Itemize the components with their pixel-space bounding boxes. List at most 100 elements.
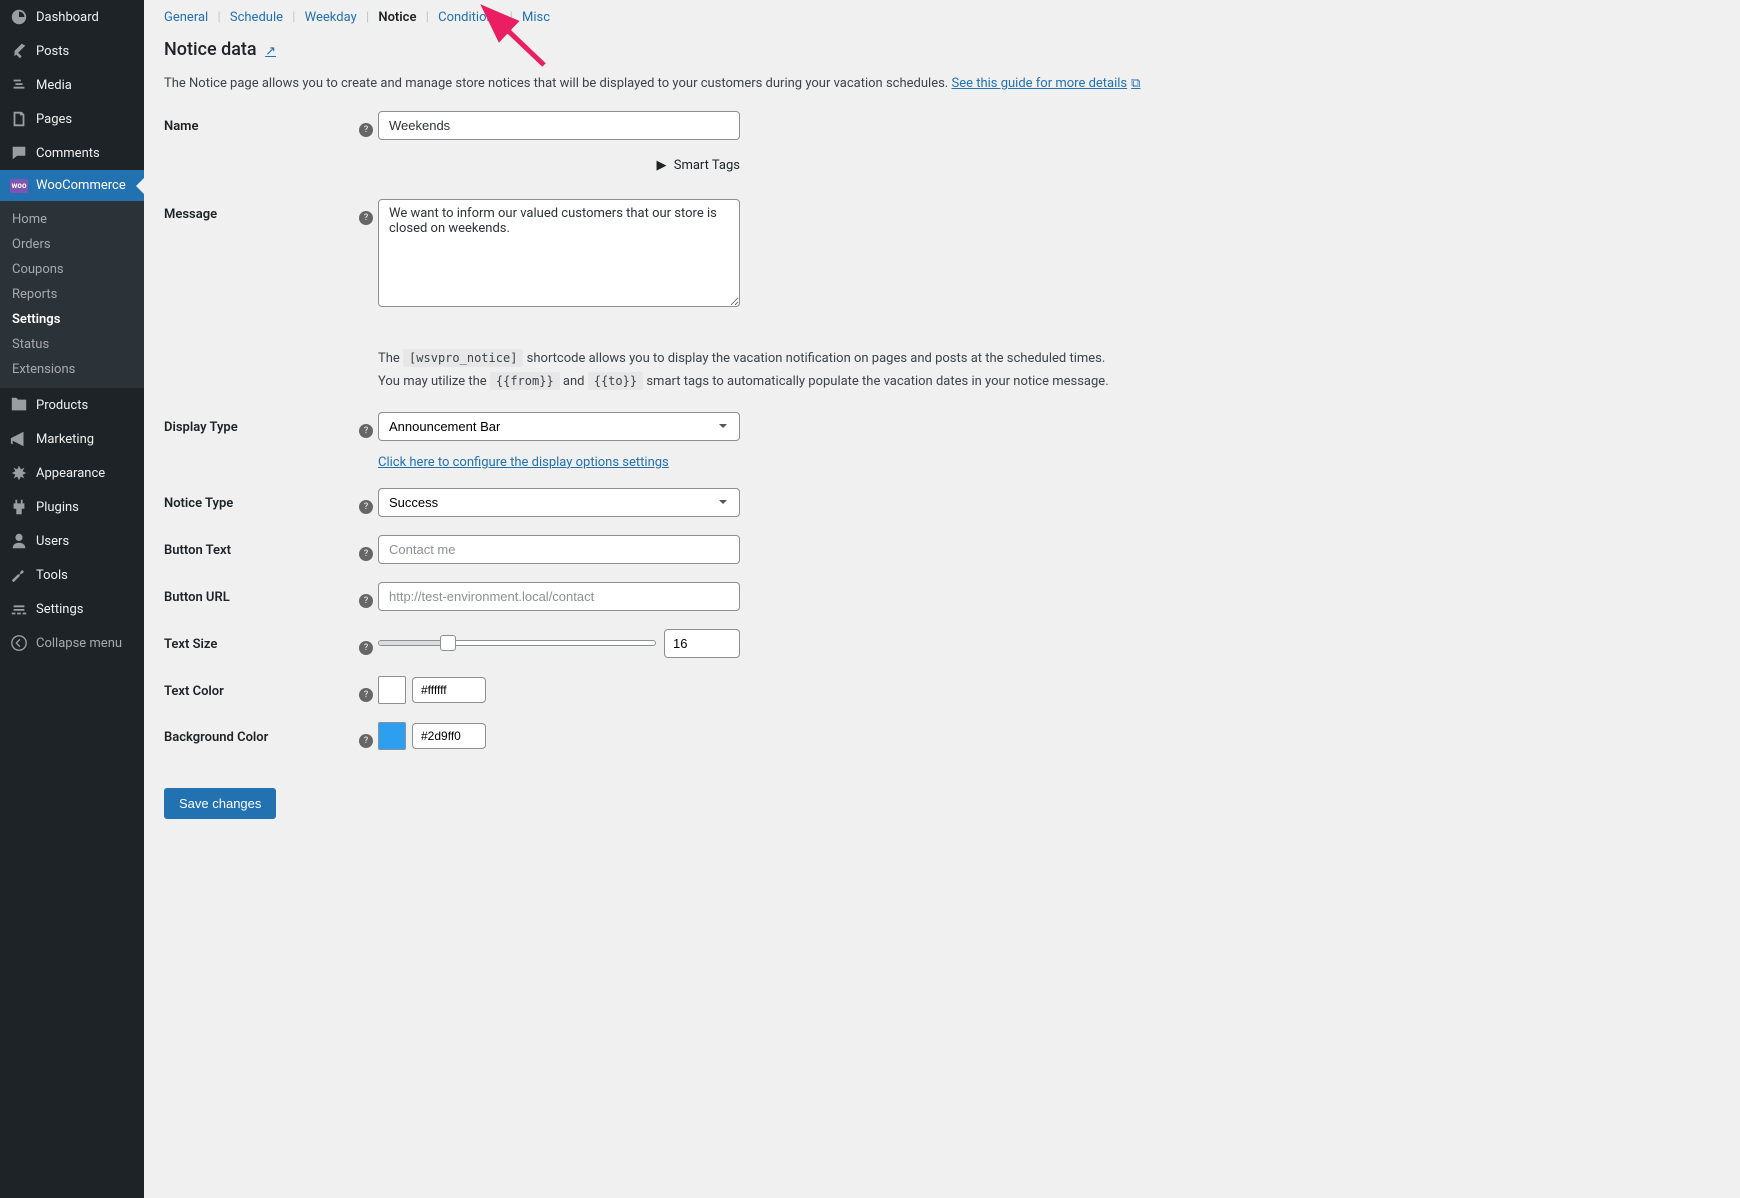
sidebar-item-woocommerce[interactable]: woo WooCommerce — [0, 170, 144, 201]
sidebar-item-settings[interactable]: Settings — [0, 592, 144, 626]
from-tag-code: {{from}} — [490, 372, 560, 390]
sidebar-subitem-status[interactable]: Status — [0, 332, 144, 357]
button-text-input[interactable] — [378, 535, 740, 564]
notice-type-label: Notice Type — [164, 488, 354, 511]
notice-type-select[interactable]: Success — [378, 488, 740, 517]
help-icon[interactable]: ? — [359, 734, 373, 748]
text-color-input[interactable] — [412, 677, 486, 703]
config-display-link[interactable]: Click here to configure the display opti… — [378, 455, 669, 470]
sidebar-item-posts[interactable]: Posts — [0, 34, 144, 68]
sidebar-subitem-home[interactable]: Home — [0, 207, 144, 232]
text-size-input[interactable] — [664, 629, 740, 658]
main-content: General | Schedule | Weekday | Notice | … — [144, 0, 1740, 1198]
button-url-input[interactable] — [378, 582, 740, 611]
sidebar-item-media[interactable]: Media — [0, 68, 144, 102]
help-icon[interactable]: ? — [359, 688, 373, 702]
page-description: The Notice page allows you to create and… — [164, 76, 1720, 91]
display-type-label: Display Type — [164, 412, 354, 435]
settings-icon — [10, 600, 28, 618]
sidebar-label: Users — [36, 534, 69, 549]
admin-sidebar: Dashboard Posts Media Pages Comments woo… — [0, 0, 144, 1198]
help-icon[interactable]: ? — [359, 594, 373, 608]
pin-icon — [10, 42, 28, 60]
sidebar-subitem-reports[interactable]: Reports — [0, 282, 144, 307]
help-icon[interactable]: ? — [359, 500, 373, 514]
page-title: Notice data ↗ — [164, 39, 1720, 60]
sidebar-item-users[interactable]: Users — [0, 524, 144, 558]
sidebar-item-tools[interactable]: Tools — [0, 558, 144, 592]
text-color-swatch[interactable] — [378, 676, 406, 704]
settings-tabs: General | Schedule | Weekday | Notice | … — [164, 10, 1720, 25]
smart-tags-toggle[interactable]: ▶ Smart Tags — [657, 158, 741, 173]
tab-weekday[interactable]: Weekday — [305, 10, 357, 25]
users-icon — [10, 532, 28, 550]
media-icon — [10, 76, 28, 94]
sidebar-item-dashboard[interactable]: Dashboard — [0, 0, 144, 34]
sidebar-label: Pages — [36, 112, 72, 127]
sidebar-subitem-coupons[interactable]: Coupons — [0, 257, 144, 282]
name-label: Name — [164, 111, 354, 134]
button-text-label: Button Text — [164, 535, 354, 558]
help-icon[interactable]: ? — [359, 641, 373, 655]
button-url-label: Button URL — [164, 582, 354, 605]
plugins-icon — [10, 498, 28, 516]
display-type-select[interactable]: Announcement Bar — [378, 412, 740, 441]
tab-notice[interactable]: Notice — [378, 10, 416, 25]
shortcode-info: The [wsvpro_notice] shortcode allows you… — [378, 347, 1720, 394]
save-button[interactable]: Save changes — [164, 788, 276, 819]
caret-right-icon: ▶ — [657, 158, 667, 173]
sidebar-item-products[interactable]: Products — [0, 388, 144, 422]
appearance-icon — [10, 464, 28, 482]
dashboard-icon — [10, 8, 28, 26]
help-icon[interactable]: ? — [359, 547, 373, 561]
collapse-icon — [10, 634, 28, 652]
sidebar-item-marketing[interactable]: Marketing — [0, 422, 144, 456]
help-icon[interactable]: ? — [359, 211, 373, 225]
help-icon[interactable]: ? — [359, 424, 373, 438]
sidebar-subitem-extensions[interactable]: Extensions — [0, 357, 144, 382]
sidebar-label: Posts — [36, 44, 69, 59]
tab-general[interactable]: General — [164, 10, 208, 25]
sidebar-item-plugins[interactable]: Plugins — [0, 490, 144, 524]
to-tag-code: {{to}} — [588, 372, 643, 390]
bg-color-input[interactable] — [412, 723, 486, 749]
sidebar-label: WooCommerce — [36, 178, 126, 193]
sidebar-label: Tools — [36, 568, 68, 583]
tab-misc[interactable]: Misc — [522, 10, 550, 25]
sidebar-subitem-orders[interactable]: Orders — [0, 232, 144, 257]
text-color-label: Text Color — [164, 676, 354, 699]
tools-icon — [10, 566, 28, 584]
sidebar-item-comments[interactable]: Comments — [0, 136, 144, 170]
sidebar-label: Marketing — [36, 432, 94, 447]
products-icon — [10, 396, 28, 414]
sidebar-item-collapse[interactable]: Collapse menu — [0, 626, 144, 660]
bg-color-swatch[interactable] — [378, 722, 406, 750]
text-size-label: Text Size — [164, 629, 354, 652]
sidebar-item-appearance[interactable]: Appearance — [0, 456, 144, 490]
sidebar-label: Appearance — [36, 466, 105, 481]
pages-icon — [10, 110, 28, 128]
marketing-icon — [10, 430, 28, 448]
woocommerce-icon: woo — [10, 179, 28, 193]
woocommerce-submenu: Home Orders Coupons Reports Settings Sta… — [0, 201, 144, 388]
sidebar-label: Plugins — [36, 500, 79, 515]
title-link-icon[interactable]: ↗ — [265, 44, 276, 59]
tab-conditions[interactable]: Conditions — [438, 10, 500, 25]
sidebar-subitem-settings[interactable]: Settings — [0, 307, 144, 332]
message-label: Message — [164, 199, 354, 222]
sidebar-item-pages[interactable]: Pages — [0, 102, 144, 136]
bg-color-label: Background Color — [164, 722, 354, 745]
sidebar-label: Collapse menu — [36, 636, 122, 651]
tab-schedule[interactable]: Schedule — [230, 10, 283, 25]
message-textarea[interactable]: We want to inform our valued customers t… — [378, 199, 740, 307]
help-icon[interactable]: ? — [359, 123, 373, 137]
sidebar-label: Products — [36, 398, 88, 413]
guide-link[interactable]: See this guide for more details⧉ — [951, 76, 1140, 91]
sidebar-label: Settings — [36, 602, 83, 617]
external-link-icon: ⧉ — [1131, 76, 1140, 91]
text-size-slider[interactable] — [378, 640, 656, 646]
sidebar-label: Dashboard — [36, 10, 99, 25]
comment-icon — [10, 144, 28, 162]
name-input[interactable] — [378, 111, 740, 140]
sidebar-label: Media — [36, 78, 72, 93]
